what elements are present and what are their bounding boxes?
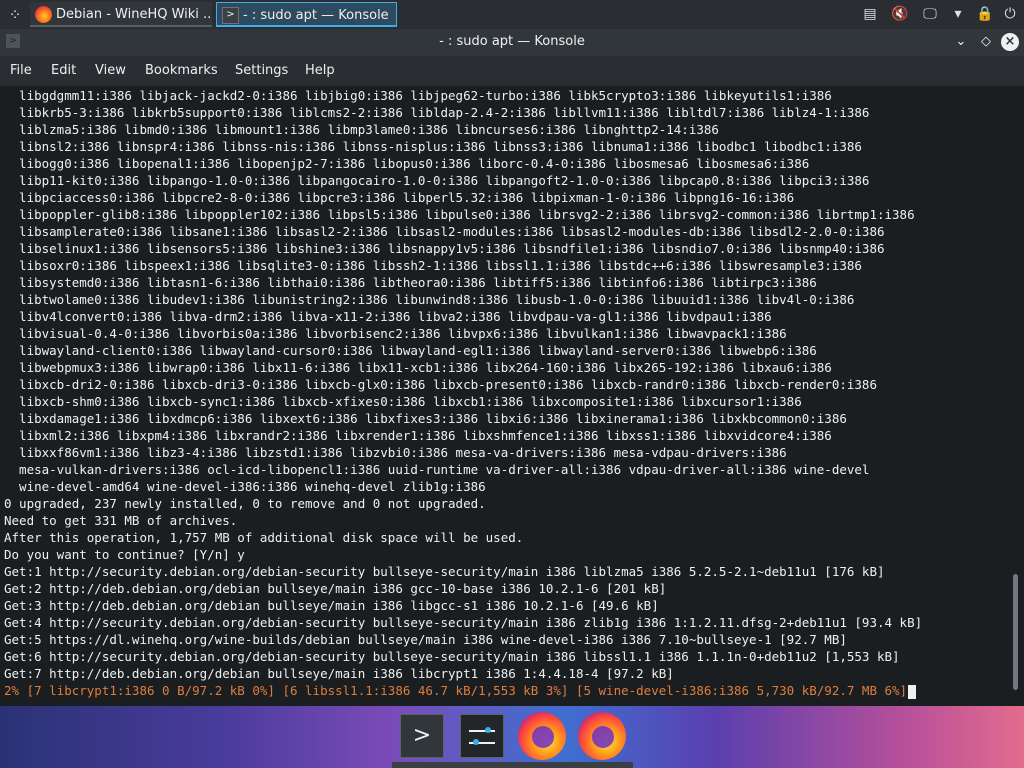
terminal-line: libxdamage1:i386 libxdmcp6:i386 libxext6… [4,411,847,426]
terminal-line: Do you want to continue? [Y/n] y [4,547,245,562]
task-konsole[interactable]: > - : sudo apt — Konsole [216,2,397,27]
task-label: - : sudo apt — Konsole [243,8,389,23]
window-title: - : sudo apt — Konsole [439,34,585,49]
dock-shelf [392,762,633,768]
terminal-line: libxcb-shm0:i386 libxcb-sync1:i386 libxc… [4,394,802,409]
terminal-line: libselinux1:i386 libsensors5:i386 libshi… [4,241,885,256]
minimize-button[interactable]: ⌄ [952,33,970,51]
terminal-line: libp11-kit0:i386 libpango-1.0-0:i386 lib… [4,173,870,188]
chevron-down-icon[interactable]: ▾ [948,4,968,24]
terminal-line: libv4lconvert0:i386 libva-drm2:i386 libv… [4,309,772,324]
lock-icon[interactable]: 🔒 [975,4,995,24]
terminal-line: libxxf86vm1:i386 libz3-4:i386 libzstd1:i… [4,445,787,460]
terminal-line: libpoppler-glib8:i386 libpoppler102:i386… [4,207,915,222]
terminal-line: libtwolame0:i386 libudev1:i386 libunistr… [4,292,855,307]
terminal-line: libgdgmm11:i386 libjack-jackd2-0:i386 li… [4,88,832,103]
kde-launcher-icon[interactable]: ⁘ [4,4,26,26]
dock-konsole-icon[interactable]: > [400,714,444,758]
terminal-line: Need to get 331 MB of archives. [4,513,238,528]
menu-settings[interactable]: Settings [235,56,288,86]
menu-edit[interactable]: Edit [51,56,76,86]
maximize-button[interactable]: ◇ [977,33,995,51]
network-icon[interactable]: 🖵 [920,4,940,24]
terminal-line: libkrb5-3:i386 libkrb5support0:i386 libl… [4,105,870,120]
menu-bar: File Edit View Bookmarks Settings Help [0,56,1024,86]
volume-muted-icon[interactable]: 🔇 [890,4,910,24]
dock: > [392,708,633,760]
terminal-line: Get:6 http://security.debian.org/debian-… [4,649,900,664]
terminal-line: 0 upgraded, 237 newly installed, 0 to re… [4,496,486,511]
terminal-progress-line: 2% [7 libcrypt1:i386 0 B/97.2 kB 0%] [6 … [4,682,1012,699]
konsole-icon: > [222,7,239,24]
terminal-line: wine-devel-amd64 wine-devel-i386:i386 wi… [4,479,486,494]
terminal-line: libsystemd0:i386 libtasn1-6:i386 libthai… [4,275,817,290]
terminal-line: Get:7 http://deb.debian.org/debian bulls… [4,666,674,681]
progress-text: 2% [7 libcrypt1:i386 0 B/97.2 kB 0%] [6 … [4,683,908,698]
terminal-line: libsoxr0:i386 libspeex1:i386 libsqlite3-… [4,258,862,273]
desktop-wallpaper: > [0,706,1024,768]
menu-bookmarks[interactable]: Bookmarks [145,56,218,86]
terminal-line: libogg0:i386 libopenal1:i386 libopenjp2-… [4,156,810,171]
window-titlebar[interactable]: > - : sudo apt — Konsole ⌄ ◇ × [0,29,1024,56]
terminal-line: libsamplerate0:i386 libsane1:i386 libsas… [4,224,885,239]
terminal-line: Get:4 http://security.debian.org/debian-… [4,615,923,630]
scrollbar[interactable] [1013,574,1018,690]
terminal-area[interactable]: libgdgmm11:i386 libjack-jackd2-0:i386 li… [0,86,1024,706]
terminal-line: libpciaccess0:i386 libpcre2-8-0:i386 lib… [4,190,795,205]
power-icon[interactable]: ⏻ [1000,4,1020,24]
terminal-line: mesa-vulkan-drivers:i386 ocl-icd-libopen… [4,462,870,477]
terminal-line: liblzma5:i386 libmd0:i386 libmount1:i386… [4,122,719,137]
terminal-line: libxml2:i386 libxpm4:i386 libxrandr2:i38… [4,428,832,443]
menu-help[interactable]: Help [305,56,335,86]
dock-firefox-icon[interactable] [518,712,566,760]
firefox-icon [35,6,52,23]
terminal-line: Get:3 http://deb.debian.org/debian bulls… [4,598,659,613]
task-label: Debian - WineHQ Wiki ... [56,7,212,22]
terminal-line: libvisual-0.4-0:i386 libvorbis0a:i386 li… [4,326,787,341]
dock-settings-icon[interactable] [460,714,504,758]
menu-view[interactable]: View [95,56,126,86]
close-button[interactable]: × [1001,33,1019,51]
terminal-line: libxcb-dri2-0:i386 libxcb-dri3-0:i386 li… [4,377,877,392]
terminal-line: libnsl2:i386 libnspr4:i386 libnss-nis:i3… [4,139,862,154]
terminal-line: libwebpmux3:i386 libwrap0:i386 libx11-6:… [4,360,832,375]
terminal-line: After this operation, 1,757 MB of additi… [4,530,524,545]
task-firefox[interactable]: Debian - WineHQ Wiki ... [30,2,212,27]
terminal-line: libwayland-client0:i386 libwayland-curso… [4,343,817,358]
dock-firefox-icon[interactable] [578,712,626,760]
top-panel: ⁘ Debian - WineHQ Wiki ... > - : sudo ap… [0,0,1024,29]
terminal-line: Get:2 http://deb.debian.org/debian bulls… [4,581,667,596]
terminal-line: Get:5 https://dl.winehq.org/wine-builds/… [4,632,847,647]
terminal-line: Get:1 http://security.debian.org/debian-… [4,564,885,579]
menu-file[interactable]: File [10,56,32,86]
terminal-cursor [908,684,917,699]
clipboard-icon[interactable]: ▤ [860,4,880,24]
terminal-output: libgdgmm11:i386 libjack-jackd2-0:i386 li… [4,87,1012,699]
